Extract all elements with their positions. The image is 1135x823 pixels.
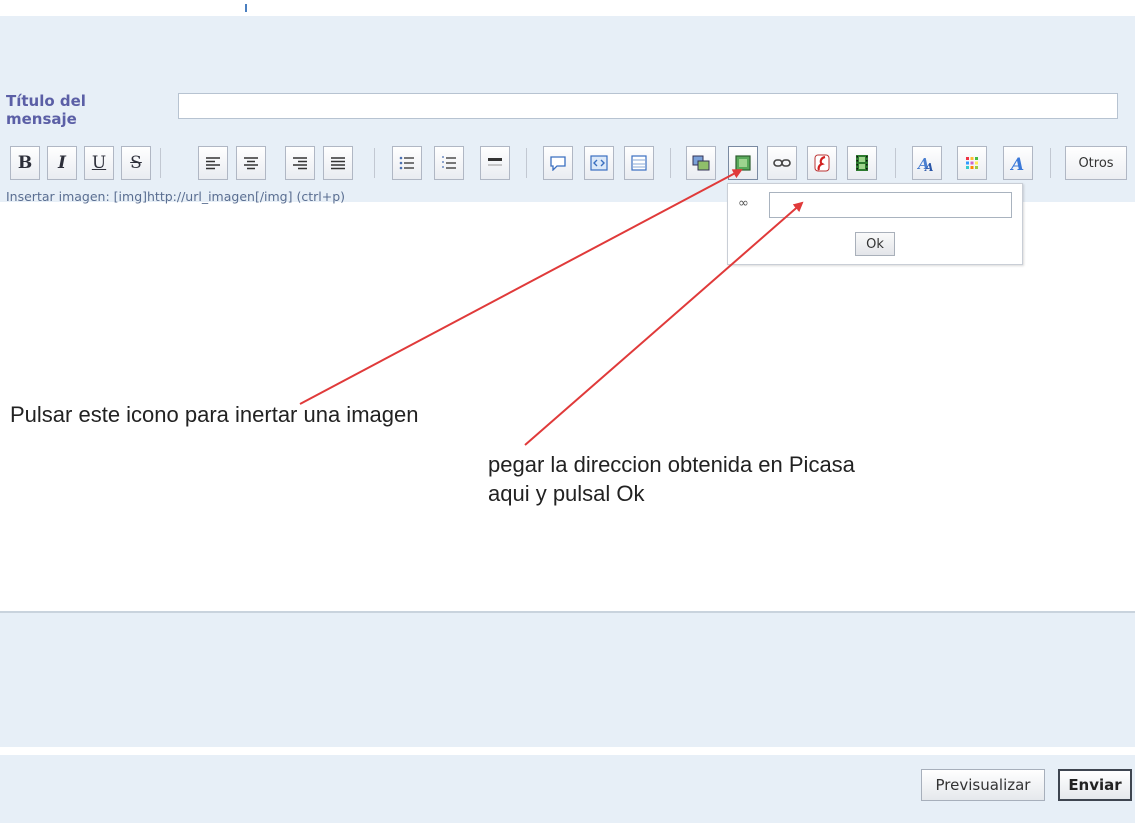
align-right-icon — [293, 157, 307, 170]
toolbar-separator — [374, 148, 375, 178]
align-center-button[interactable] — [236, 146, 266, 180]
underline-button[interactable]: U — [84, 146, 114, 180]
formatting-toolbar: B I U S A A A Otros — [0, 146, 1135, 182]
send-button[interactable]: Enviar — [1058, 769, 1132, 801]
film-icon — [856, 155, 868, 171]
svg-text:A: A — [924, 161, 934, 172]
annotation-click-icon: Pulsar este icono para inertar una image… — [10, 402, 419, 427]
bold-button[interactable]: B — [10, 146, 40, 180]
align-left-icon — [206, 157, 220, 170]
align-right-button[interactable] — [285, 146, 315, 180]
numbered-list-button[interactable] — [434, 146, 464, 180]
text-color-button[interactable] — [957, 146, 987, 180]
align-left-button[interactable] — [198, 146, 228, 180]
quote-icon — [550, 156, 566, 171]
arrow-to-image-button — [299, 169, 743, 405]
message-title-label: Título del mensaje — [6, 92, 86, 128]
insert-image-popup: ∞ Ok — [727, 183, 1023, 265]
message-title-input[interactable] — [178, 93, 1118, 119]
annotation-paste-url: pegar la direccion obtenida en Picasa aq… — [488, 452, 855, 506]
horizontal-rule-button[interactable] — [480, 146, 510, 180]
table-button[interactable] — [624, 146, 654, 180]
strikethrough-button[interactable]: S — [121, 146, 151, 180]
link-icon: ∞ — [738, 196, 749, 211]
upload-image-icon — [692, 155, 710, 171]
font-size-button[interactable]: AA — [912, 146, 942, 180]
panel-gap — [0, 747, 1135, 755]
toolbar-separator — [526, 148, 527, 178]
insert-image-icon — [735, 155, 751, 171]
font-face-icon: A — [1010, 155, 1024, 172]
toolbar-separator — [895, 148, 896, 178]
flash-icon — [814, 154, 830, 172]
toolbar-separator — [1050, 148, 1051, 178]
preview-button[interactable]: Previsualizar — [921, 769, 1045, 801]
justify-button[interactable] — [323, 146, 353, 180]
color-palette-icon — [966, 157, 978, 169]
table-icon — [631, 155, 647, 171]
video-button[interactable] — [847, 146, 877, 180]
upload-image-button[interactable] — [686, 146, 716, 180]
insert-image-button[interactable] — [728, 146, 758, 180]
justify-icon — [331, 157, 345, 170]
flash-button[interactable] — [807, 146, 837, 180]
toolbar-separator — [160, 148, 161, 178]
font-face-button[interactable]: A — [1003, 146, 1033, 180]
horizontal-rule-icon — [488, 158, 502, 166]
toolbar-hint: Insertar imagen: [img]http://url_imagen[… — [6, 189, 346, 204]
attachments-panel — [0, 613, 1135, 747]
image-url-input[interactable] — [769, 192, 1012, 218]
bullet-list-button[interactable] — [392, 146, 422, 180]
bullet-list-icon — [399, 156, 414, 170]
toolbar-separator — [670, 148, 671, 178]
link-icon — [773, 159, 791, 167]
insert-link-button[interactable] — [767, 146, 797, 180]
svg-text:A: A — [1010, 155, 1024, 172]
quote-button[interactable] — [543, 146, 573, 180]
code-icon — [590, 155, 608, 171]
ok-button[interactable]: Ok — [855, 232, 895, 256]
align-center-icon — [244, 157, 258, 170]
otros-button[interactable]: Otros — [1065, 146, 1127, 180]
top-divider-mark — [245, 4, 247, 12]
numbered-list-icon — [442, 156, 456, 169]
italic-button[interactable]: I — [47, 146, 77, 180]
code-button[interactable] — [584, 146, 614, 180]
top-band — [0, 0, 1135, 16]
font-size-icon: AA — [917, 155, 934, 172]
